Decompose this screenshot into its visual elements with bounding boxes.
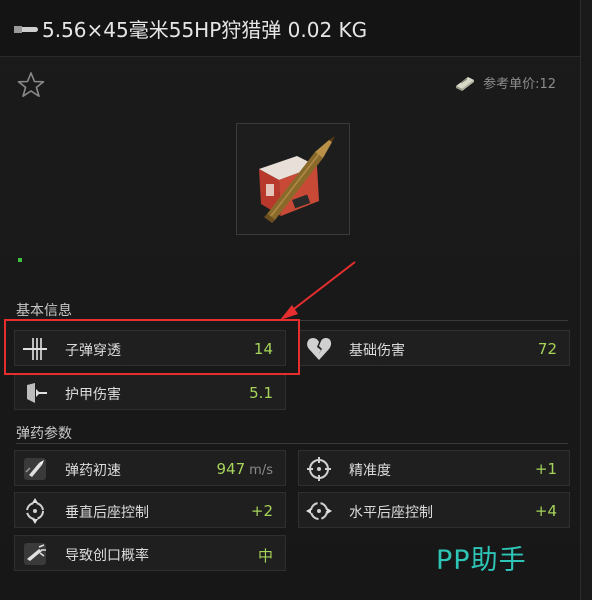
stat-label: 精准度 bbox=[349, 463, 391, 479]
stat-label: 护甲伤害 bbox=[65, 387, 121, 403]
armor-damage-icon bbox=[27, 383, 47, 403]
crosshair-icon bbox=[307, 457, 331, 481]
velocity-icon bbox=[24, 458, 46, 480]
stat-accuracy: 精准度 +1 bbox=[298, 450, 570, 486]
item-inspect-panel: 5.56×45毫米55HP狩猎弹 0.02 KG 参考单价:12 基本信息 子弹… bbox=[0, 0, 581, 600]
highlight-box bbox=[4, 319, 300, 375]
vertical-recoil-icon bbox=[26, 498, 44, 524]
section-basic-title: 基本信息 bbox=[16, 303, 72, 319]
stat-value-wrap: 947 m/s bbox=[217, 460, 273, 478]
title-bar: 5.56×45毫米55HP狩猎弹 0.02 KG bbox=[0, 0, 580, 57]
favorite-star-icon[interactable] bbox=[16, 70, 46, 100]
reference-price: 参考单价:12 bbox=[453, 73, 556, 92]
stat-value: 947 bbox=[216, 460, 246, 478]
section-ammo-title: 弹药参数 bbox=[16, 426, 72, 442]
stat-armor-damage: 护甲伤害 5.1 bbox=[14, 374, 286, 410]
stat-value: +1 bbox=[534, 460, 557, 478]
stat-label: 弹药初速 bbox=[65, 463, 121, 479]
stat-muzzle-velocity: 弹药初速 947 m/s bbox=[14, 450, 286, 486]
stat-value: 72 bbox=[537, 340, 557, 358]
watermark-text: PP助手 bbox=[436, 545, 527, 576]
stat-vertical-recoil: 垂直后座控制 +2 bbox=[14, 492, 286, 528]
section-ammo-divider bbox=[16, 443, 568, 444]
stat-horizontal-recoil: 水平后座控制 +4 bbox=[298, 492, 570, 528]
price-label: 参考单价:12 bbox=[483, 77, 556, 92]
stat-fragmentation: 导致创口概率 中 bbox=[14, 535, 286, 571]
money-stack-icon bbox=[456, 76, 475, 91]
ammo-box-image bbox=[259, 136, 335, 223]
stat-value: 5.1 bbox=[249, 384, 273, 402]
ammo-icon bbox=[14, 26, 38, 33]
stat-value: +2 bbox=[250, 502, 273, 520]
item-image-frame bbox=[236, 123, 350, 235]
broken-heart-icon bbox=[307, 338, 332, 360]
stat-unit: m/s bbox=[249, 463, 273, 478]
stat-value: 中 bbox=[257, 547, 273, 565]
status-dot bbox=[18, 258, 22, 262]
fragmentation-icon bbox=[24, 543, 46, 565]
item-title: 5.56×45毫米55HP狩猎弹 0.02 KG bbox=[42, 18, 368, 42]
stat-value: +4 bbox=[534, 502, 557, 520]
stat-label: 基础伤害 bbox=[349, 343, 405, 359]
stat-label: 水平后座控制 bbox=[349, 505, 433, 521]
horizontal-recoil-icon bbox=[306, 502, 332, 520]
stat-label: 垂直后座控制 bbox=[65, 505, 149, 521]
stat-label: 导致创口概率 bbox=[65, 548, 149, 564]
stat-base-damage: 基础伤害 72 bbox=[298, 330, 570, 366]
